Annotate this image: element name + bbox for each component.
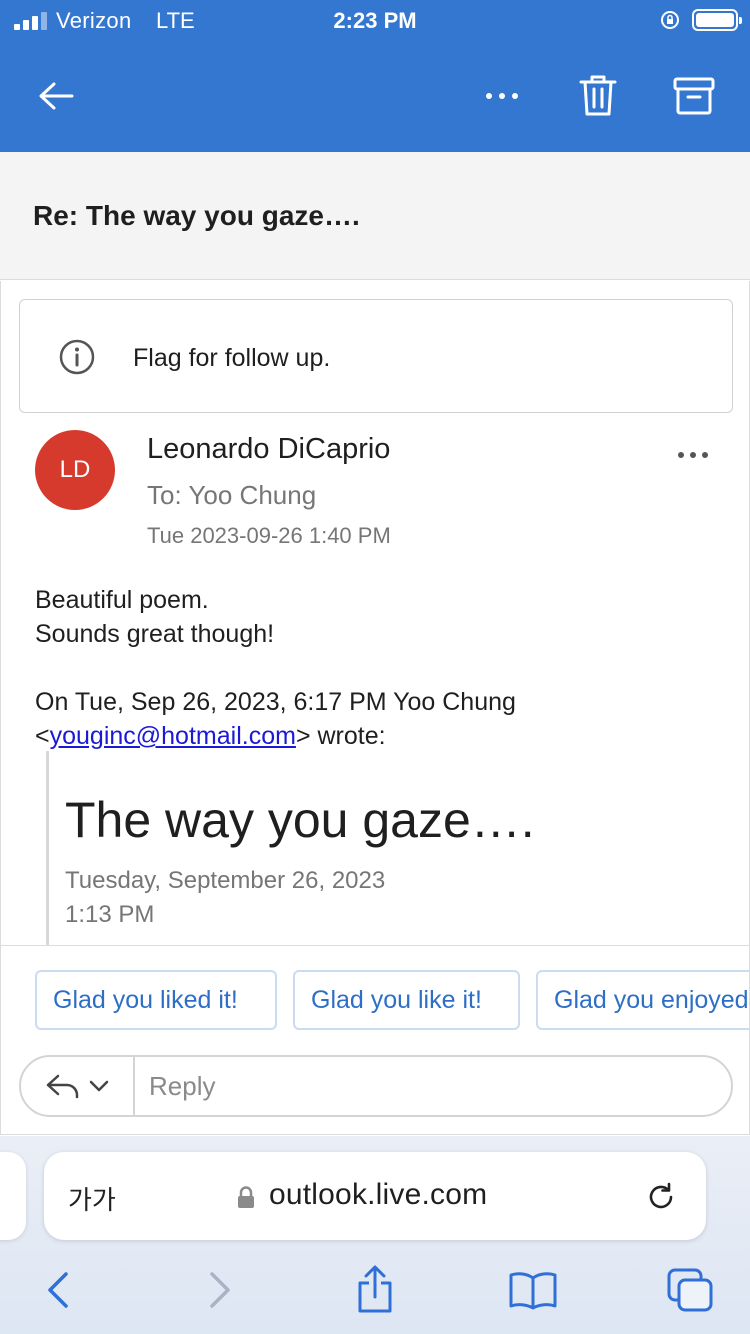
- quoted-title: The way you gaze….: [65, 792, 535, 848]
- battery-icon: [692, 9, 742, 31]
- reply-icon: [46, 1074, 79, 1099]
- angle-open: <: [35, 722, 50, 750]
- info-icon: [59, 339, 95, 375]
- bookmarks-button[interactable]: [505, 1262, 561, 1318]
- archive-icon: [673, 77, 715, 115]
- app-header: Verizon LTE 2:23 PM: [0, 0, 750, 152]
- trash-icon: [579, 75, 617, 116]
- reply-bar: [19, 1055, 733, 1117]
- quote-intro-line2: <youginc@hotmail.com> wrote:: [35, 719, 725, 753]
- more-options-button[interactable]: [470, 64, 534, 128]
- quick-reply-chip[interactable]: Glad you like it!: [293, 970, 520, 1030]
- message-more-button[interactable]: [661, 437, 725, 473]
- message-date: Tue 2023-09-26 1:40 PM: [147, 523, 391, 548]
- status-bar: Verizon LTE 2:23 PM: [0, 0, 750, 40]
- reply-section: Glad you liked it! Glad you like it! Gla…: [0, 945, 750, 1135]
- url-text: outlook.live.com: [269, 1178, 488, 1211]
- browser-back-button[interactable]: [30, 1262, 86, 1318]
- more-dot: [678, 452, 684, 458]
- chevron-down-icon: [89, 1080, 109, 1092]
- delete-button[interactable]: [566, 64, 630, 128]
- bookmarks-icon: [509, 1272, 557, 1310]
- quote-intro: On Tue, Sep 26, 2023, 6:17 PM Yoo Chung: [35, 688, 516, 716]
- avatar[interactable]: LD: [35, 430, 115, 510]
- archive-button[interactable]: [662, 64, 726, 128]
- back-icon: [48, 1272, 68, 1308]
- address-bar[interactable]: 가가 outlook.live.com: [44, 1152, 706, 1240]
- quoted-time: 1:13 PM: [65, 901, 155, 928]
- more-dot: [690, 452, 696, 458]
- status-time: 2:23 PM: [333, 8, 417, 33]
- reply-type-button[interactable]: [21, 1057, 135, 1115]
- more-dot: [702, 452, 708, 458]
- quick-reply-chip[interactable]: Glad you liked it!: [35, 970, 277, 1030]
- message-area: Flag for follow up. LD Leonardo DiCaprio…: [0, 281, 750, 945]
- body-line: Beautiful poem.: [35, 586, 209, 614]
- subject-section: Re: The way you gaze….: [0, 152, 750, 280]
- share-button[interactable]: [347, 1262, 403, 1318]
- sender-name[interactable]: Leonardo DiCaprio: [147, 433, 390, 466]
- message-body: Beautiful poem. Sounds great though! On …: [35, 583, 725, 753]
- tabs-icon: [667, 1268, 713, 1312]
- wrote-label: > wrote:: [295, 722, 386, 750]
- forward-icon: [210, 1272, 230, 1308]
- reload-icon[interactable]: [644, 1180, 678, 1214]
- reply-input[interactable]: [149, 1057, 719, 1115]
- flag-label: Flag for follow up.: [133, 344, 331, 372]
- body-line: Sounds great though!: [35, 620, 275, 648]
- quoted-date: Tuesday, September 26, 2023: [65, 867, 386, 894]
- share-icon: [358, 1265, 392, 1313]
- quoted-message: The way you gaze…. Tuesday, September 26…: [46, 751, 726, 945]
- lock-icon: [238, 1186, 254, 1208]
- email-link[interactable]: youginc@hotmail.com: [50, 722, 296, 750]
- back-arrow-icon: [39, 82, 74, 110]
- flag-banner[interactable]: Flag for follow up.: [19, 299, 733, 413]
- browser-forward-button[interactable]: [192, 1262, 248, 1318]
- recipient-line: To: Yoo Chung: [147, 480, 317, 510]
- orientation-lock-icon: [661, 11, 679, 29]
- back-button[interactable]: [24, 64, 88, 128]
- more-icon: [486, 93, 518, 99]
- previous-tab-peek[interactable]: [0, 1152, 26, 1240]
- tabs-button[interactable]: [662, 1262, 718, 1318]
- text-size-button[interactable]: 가가: [68, 1180, 116, 1217]
- browser-toolbar: 가가 outlook.live.com: [0, 1136, 750, 1334]
- quick-reply-chip[interactable]: Glad you enjoyed it!: [536, 970, 749, 1030]
- email-subject: Re: The way you gaze….: [33, 200, 360, 231]
